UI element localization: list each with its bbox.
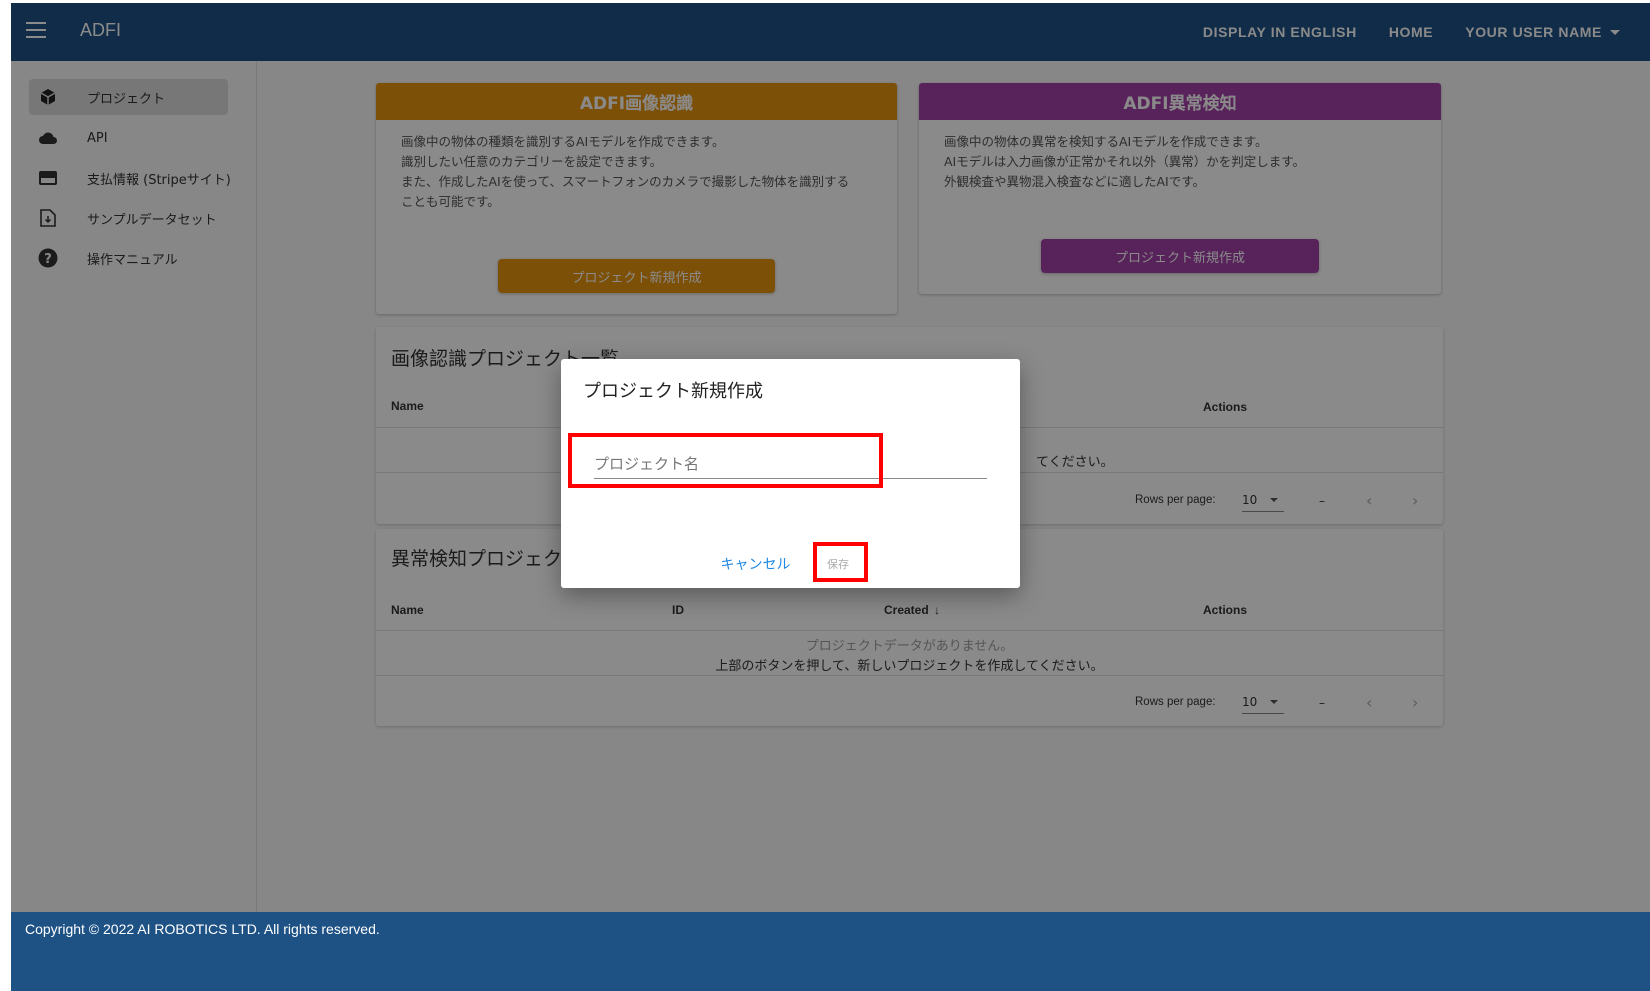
project-name-input[interactable] bbox=[594, 449, 987, 479]
save-button[interactable]: 保存 bbox=[818, 550, 858, 578]
copyright-text: Copyright © 2022 AI ROBOTICS LTD. All ri… bbox=[25, 921, 380, 937]
footer: Copyright © 2022 AI ROBOTICS LTD. All ri… bbox=[11, 912, 1650, 991]
page: ADFI DISPLAY IN ENGLISH HOME YOUR USER N… bbox=[0, 0, 1650, 991]
cancel-button[interactable]: キャンセル bbox=[713, 550, 798, 578]
dialog-title: プロジェクト新規作成 bbox=[583, 381, 763, 402]
new-project-dialog: プロジェクト新規作成 キャンセル 保存 bbox=[561, 359, 1020, 588]
